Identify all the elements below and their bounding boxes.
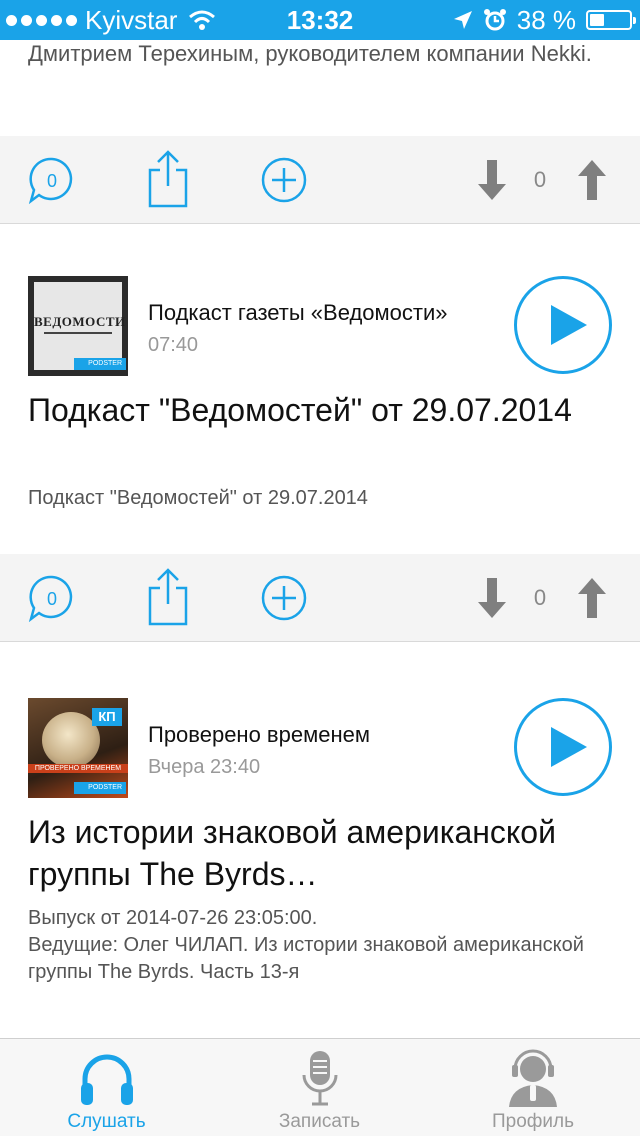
episode-title[interactable]: Из истории знаковой американской группы …: [28, 811, 608, 895]
thumbnail-title: ПРОВЕРЕНО ВРЕМЕНЕМ: [28, 764, 128, 773]
thumbnail-title: ВЕДОМОСТИ: [34, 314, 126, 329]
tab-record[interactable]: Записать: [213, 1039, 426, 1136]
downvote-button[interactable]: [476, 574, 508, 622]
play-button[interactable]: [514, 276, 612, 374]
upvote-button[interactable]: [576, 574, 608, 622]
alarm-clock-icon: [483, 9, 506, 31]
downvote-button[interactable]: [476, 156, 508, 204]
podster-badge: PODSTER: [74, 358, 126, 370]
comment-count: 0: [47, 171, 57, 191]
tab-bar: Слушать Записать Профиль: [0, 1038, 640, 1136]
comment-count: 0: [47, 589, 57, 609]
add-button[interactable]: [260, 574, 308, 622]
headphones-icon: [80, 1054, 133, 1105]
episode-card[interactable]: ВЕДОМОСТИ PODSTER Подкаст газеты «Ведомо…: [0, 224, 640, 554]
podcast-thumbnail[interactable]: ВЕДОМОСТИ PODSTER: [28, 276, 128, 376]
tab-label: Слушать: [67, 1111, 146, 1132]
episode-description: Подкаст "Ведомостей" от 29.07.2014: [28, 487, 368, 509]
play-icon: [551, 305, 587, 345]
podcast-thumbnail[interactable]: КП ПРОВЕРЕНО ВРЕМЕНЕМ PODSTER: [28, 698, 128, 798]
episode-action-bar: 0 0: [0, 136, 640, 224]
status-bar: Kyivstar 13:32 38 %: [0, 0, 640, 40]
episode-description: Выпуск от 2014-07-26 23:05:00. Ведущие: …: [28, 907, 584, 983]
comments-button[interactable]: 0: [28, 574, 76, 622]
status-bar-right: 38 %: [453, 0, 636, 40]
podster-badge: PODSTER: [74, 782, 126, 794]
play-button[interactable]: [514, 698, 612, 796]
add-button[interactable]: [260, 156, 308, 204]
vote-count: 0: [533, 585, 547, 610]
profile-icon: [509, 1049, 557, 1107]
tab-profile[interactable]: Профиль: [426, 1039, 640, 1136]
tab-label: Записать: [278, 1111, 361, 1132]
episode-time: Вчера 23:40: [148, 756, 261, 778]
microphone-icon: [302, 1051, 337, 1106]
share-button[interactable]: [144, 150, 192, 208]
battery-percent: 38 %: [516, 4, 576, 35]
battery-icon: [586, 10, 636, 30]
episode-action-bar: 0 0: [0, 554, 640, 642]
vote-count: 0: [533, 167, 547, 192]
kp-logo: КП: [92, 708, 122, 726]
location-arrow-icon: [453, 11, 472, 29]
share-button[interactable]: [144, 568, 192, 626]
podcast-name[interactable]: Проверено временем: [148, 722, 370, 748]
previous-episode-description: Дмитрием Терехиным, руководителем компан…: [28, 41, 592, 66]
tab-listen[interactable]: Слушать: [0, 1039, 213, 1136]
comments-button[interactable]: 0: [28, 156, 76, 204]
play-icon: [551, 727, 587, 767]
upvote-button[interactable]: [576, 156, 608, 204]
episode-card[interactable]: КП ПРОВЕРЕНО ВРЕМЕНЕМ PODSTER Проверено …: [0, 642, 640, 1032]
tab-label: Профиль: [491, 1111, 575, 1132]
episode-time: 07:40: [148, 334, 199, 356]
episode-title[interactable]: Подкаст "Ведомостей" от 29.07.2014: [28, 389, 608, 431]
podcast-name[interactable]: Подкаст газеты «Ведомости»: [148, 300, 448, 326]
